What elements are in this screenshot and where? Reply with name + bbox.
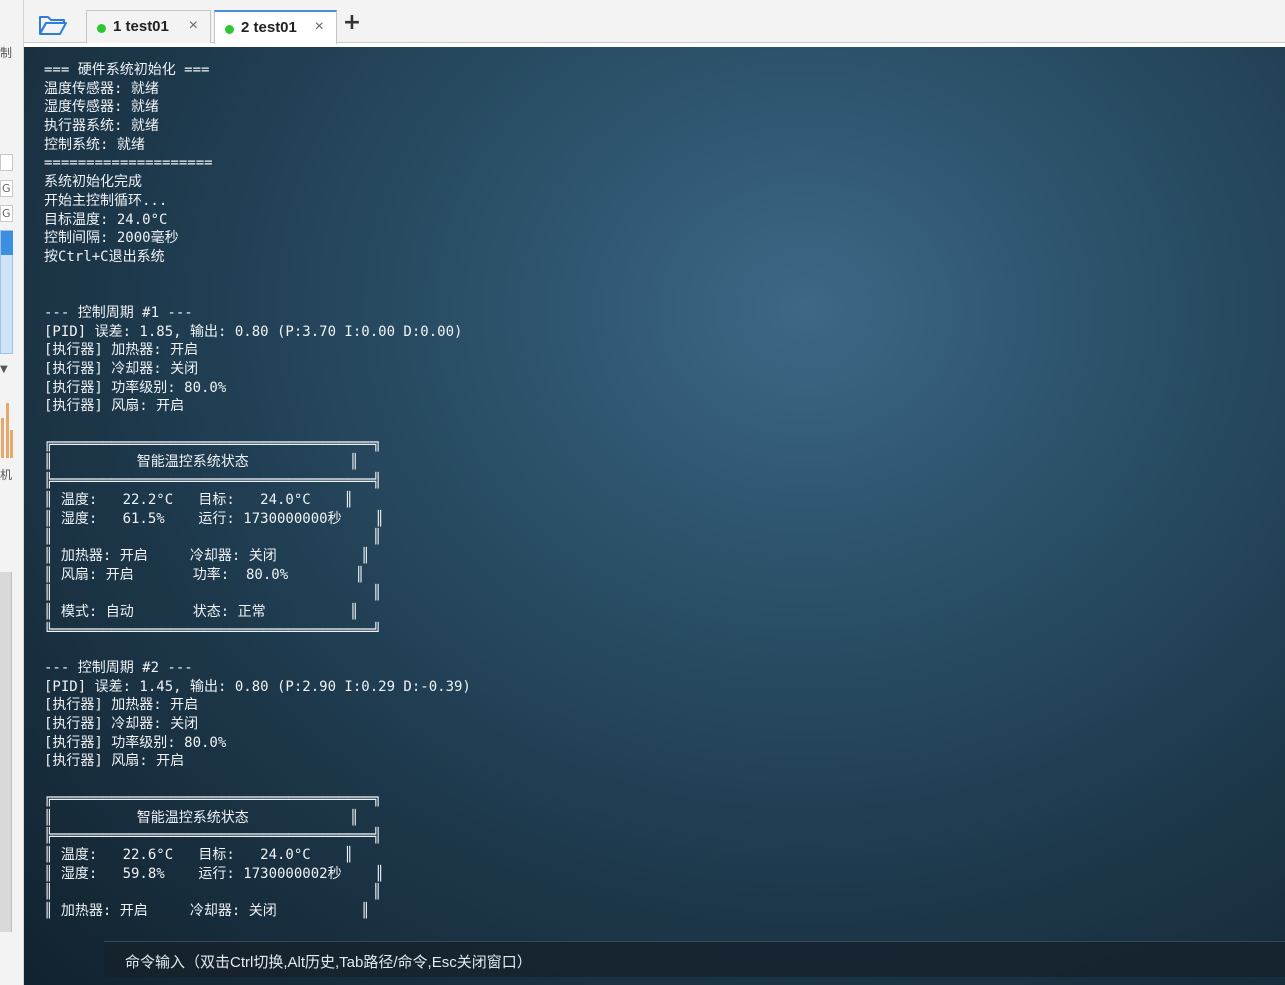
terminal-line: === 硬件系统初始化 === [44, 62, 210, 78]
terminal-line: 温度传感器: 就绪 [44, 80, 159, 97]
terminal-line: ╚══════════════════════════════════════╝ [44, 622, 382, 639]
left-panel-field[interactable] [0, 154, 13, 171]
terminal-output[interactable]: === 硬件系统初始化 === 温度传感器: 就绪 湿度传感器: 就绪 执行器系统: … [24, 47, 1285, 985]
left-panel-list[interactable] [0, 230, 13, 354]
terminal-line: [执行器] 功率级别: 80.0% [44, 379, 227, 396]
terminal-line: 湿度传感器: 就绪 [44, 99, 159, 116]
terminal-line: [执行器] 冷却器: 关闭 [44, 361, 199, 377]
session-tab-bar: 1 test01 × 2 test01 × + [24, 0, 1285, 44]
left-panel-field-1[interactable]: G [0, 180, 13, 197]
left-panel-scrollbar[interactable] [0, 572, 12, 932]
terminal-line: [执行器] 加热器: 开启 [44, 342, 199, 359]
close-tab-icon[interactable]: × [189, 17, 198, 35]
terminal-line: [执行器] 风扇: 开启 [44, 753, 185, 770]
terminal-line: ║ 智能温控系统状态 ║ [44, 454, 359, 471]
terminal-line: --- 控制周期 #2 --- [44, 660, 193, 676]
terminal-line: 控制系统: 就绪 [44, 136, 145, 153]
terminal-line: ║ 温度: 22.6°C 目标: 24.0°C ║ [44, 846, 353, 863]
terminal-lines: === 硬件系统初始化 === 温度传感器: 就绪 湿度传感器: 就绪 执行器系统: … [44, 61, 471, 921]
terminal-line: ╠══════════════════════════════════════╣ [44, 828, 382, 845]
terminal-line: ==================== [44, 155, 213, 172]
command-input-bar[interactable]: 命令输入（双击Ctrl切换,Alt历史,Tab路径/命令,Esc关闭窗口） [104, 941, 1285, 977]
tab-label: 1 test01 [113, 18, 169, 35]
left-panel-text-top: 制 [0, 46, 13, 60]
terminal-line: ║ 风扇: 开启 功率: 80.0% ║ [44, 566, 365, 583]
terminal-line: 执行器系统: 就绪 [44, 118, 159, 135]
terminal-line: [PID] 误差: 1.85, 输出: 0.80 (P:3.70 I:0.00 … [44, 323, 463, 340]
left-panel-text-mid: 机 [0, 468, 13, 482]
terminal-line: ║ 温度: 22.2°C 目标: 24.0°C ║ [44, 491, 353, 508]
terminal-line: --- 控制周期 #1 --- [44, 304, 193, 321]
terminal-line: [执行器] 加热器: 开启 [44, 697, 199, 714]
connected-status-icon [97, 24, 106, 33]
tab-session-1[interactable]: 1 test01 × [86, 10, 211, 43]
triangle-down-icon[interactable]: ▼ [0, 364, 8, 375]
terminal-line: 开始主控制循环... [44, 192, 168, 209]
open-folder-icon[interactable] [38, 13, 68, 37]
tab-label: 2 test01 [241, 19, 297, 36]
mini-chart-icon [0, 398, 14, 458]
terminal-line: ║ 湿度: 59.8% 运行: 1730000002秒 ║ [44, 865, 384, 882]
terminal-line: [PID] 误差: 1.45, 输出: 0.80 (P:2.90 I:0.29 … [44, 678, 471, 695]
terminal-line: [执行器] 风扇: 开启 [44, 398, 185, 415]
terminal-line: ║ ║ [44, 585, 382, 602]
terminal-line: ║ ║ [44, 529, 382, 546]
terminal-line: ║ 智能温控系统状态 ║ [44, 809, 359, 826]
terminal-line: ╔══════════════════════════════════════╗ [44, 790, 382, 807]
close-tab-icon[interactable]: × [315, 18, 324, 36]
tab-session-2[interactable]: 2 test01 × [214, 10, 337, 44]
terminal-line: 按Ctrl+C退出系统 [44, 248, 165, 265]
left-panel-selected-item[interactable] [1, 231, 13, 255]
terminal-line: 系统初始化完成 [44, 174, 142, 191]
command-input-placeholder: 命令输入（双击Ctrl切换,Alt历史,Tab路径/命令,Esc关闭窗口） [125, 954, 532, 971]
terminal-line: ║ 湿度: 61.5% 运行: 1730000000秒 ║ [44, 510, 384, 527]
left-side-panel: 制 G G ▼ 机 [0, 0, 24, 985]
connected-status-icon [225, 25, 234, 34]
terminal-line: ║ 加热器: 开启 冷却器: 关闭 ║ [44, 547, 370, 564]
terminal-line: [执行器] 冷却器: 关闭 [44, 716, 199, 733]
terminal-line: 目标温度: 24.0°C [44, 211, 168, 228]
add-tab-icon[interactable]: + [342, 12, 362, 34]
terminal-line: ╠══════════════════════════════════════╣ [44, 473, 382, 490]
terminal-line: ║ ║ [44, 884, 382, 901]
terminal-line: ╔══════════════════════════════════════╗ [44, 435, 382, 452]
terminal-line: ║ 加热器: 开启 冷却器: 关闭 ║ [44, 902, 370, 919]
terminal-line: 控制间隔: 2000毫秒 [44, 230, 179, 247]
terminal-line: ║ 模式: 自动 状态: 正常 ║ [44, 603, 359, 620]
terminal-line: [执行器] 功率级别: 80.0% [44, 734, 227, 751]
left-panel-field-2[interactable]: G [0, 205, 13, 222]
